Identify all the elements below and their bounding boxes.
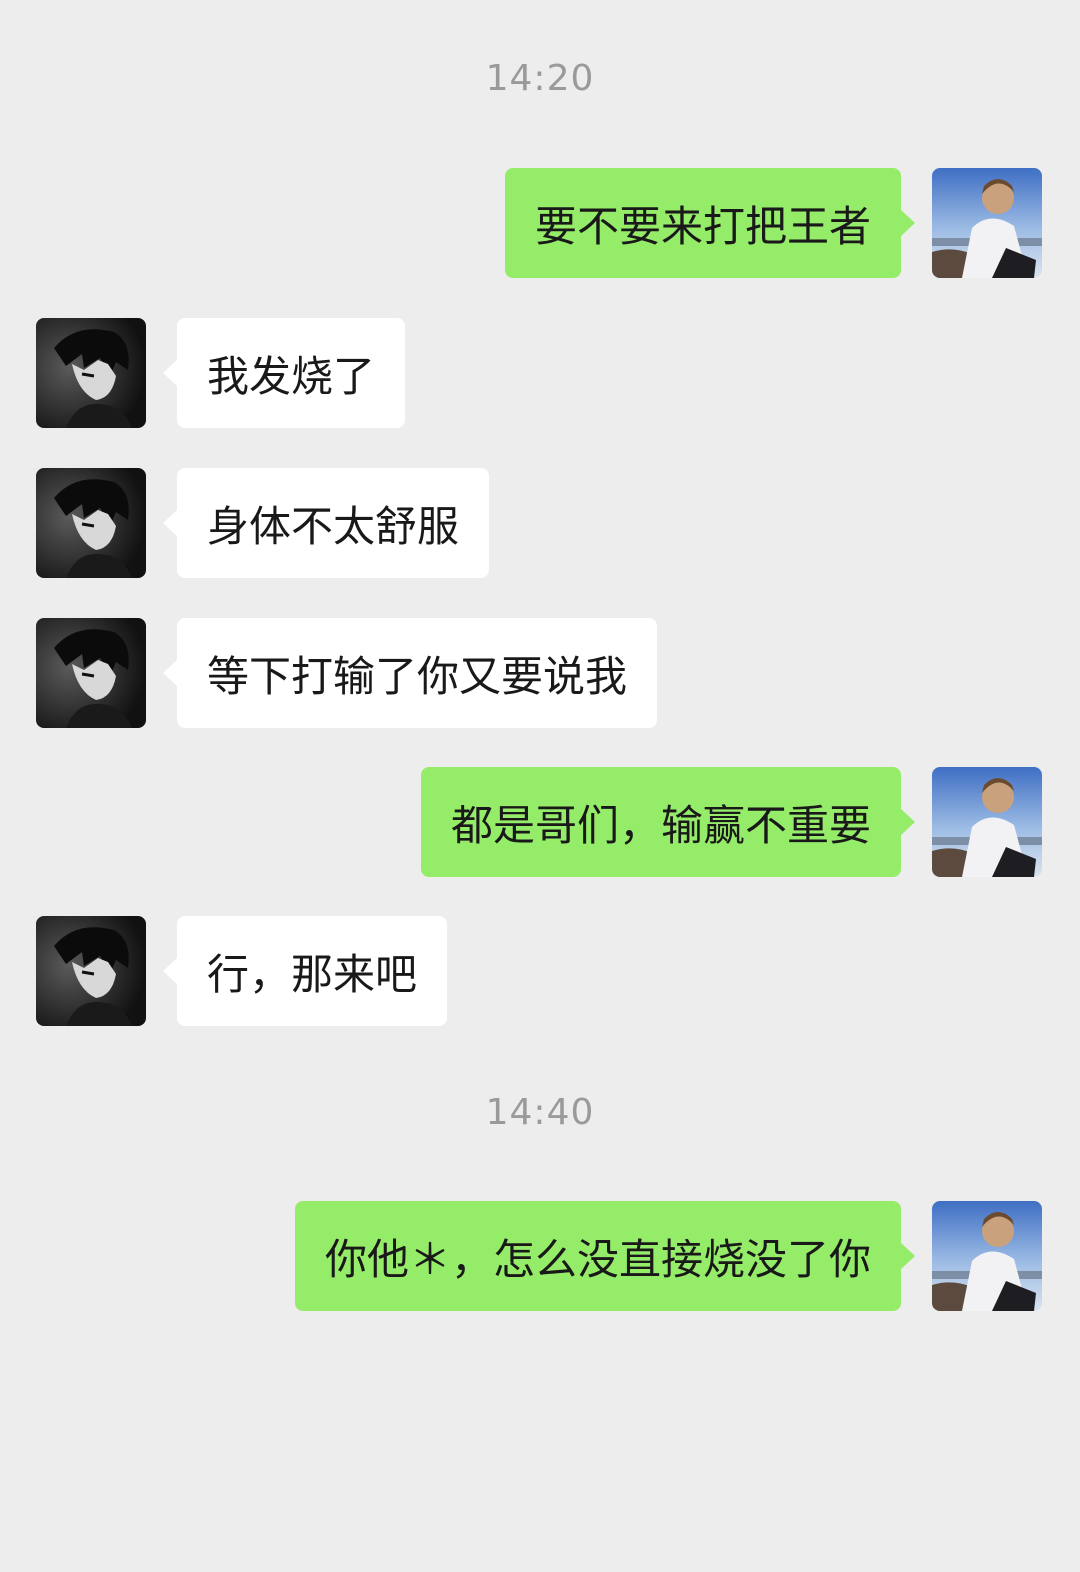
chat-message-row: 身体不太舒服 — [0, 468, 1080, 580]
friend-avatar-anime-icon — [36, 318, 146, 428]
incoming-message-bubble[interactable]: 等下打输了你又要说我 — [162, 618, 658, 728]
friend-avatar[interactable] — [36, 618, 146, 728]
friend-avatar[interactable] — [36, 916, 146, 1026]
chat-message-row: 等下打输了你又要说我 — [0, 618, 1080, 730]
outgoing-message-bubble[interactable]: 都是哥们，输赢不重要 — [420, 767, 916, 877]
self-avatar[interactable] — [932, 767, 1042, 877]
self-avatar-photo-icon — [932, 767, 1042, 877]
chat-message-row: 行，那来吧 — [0, 916, 1080, 1028]
outgoing-message-bubble[interactable]: 你他＊，怎么没直接烧没了你 — [294, 1201, 916, 1311]
friend-avatar-anime-icon — [36, 916, 146, 1026]
incoming-message-bubble[interactable]: 我发烧了 — [162, 318, 406, 428]
self-avatar[interactable] — [932, 1201, 1042, 1311]
outgoing-message-bubble[interactable]: 要不要来打把王者 — [504, 168, 916, 278]
chat-message-row: 要不要来打把王者 — [0, 168, 1080, 280]
friend-avatar[interactable] — [36, 318, 146, 428]
chat-message-row: 都是哥们，输赢不重要 — [0, 767, 1080, 879]
self-avatar[interactable] — [932, 168, 1042, 278]
self-avatar-photo-icon — [932, 1201, 1042, 1311]
friend-avatar-anime-icon — [36, 618, 146, 728]
chat-message-row: 我发烧了 — [0, 318, 1080, 430]
timestamp-1440: 14:40 — [485, 1092, 595, 1133]
incoming-message-bubble[interactable]: 行，那来吧 — [162, 916, 448, 1026]
timestamp-1420: 14:20 — [485, 58, 595, 99]
friend-avatar[interactable] — [36, 468, 146, 578]
self-avatar-photo-icon — [932, 168, 1042, 278]
chat-message-row: 你他＊，怎么没直接烧没了你 — [0, 1201, 1080, 1313]
incoming-message-bubble[interactable]: 身体不太舒服 — [162, 468, 490, 578]
friend-avatar-anime-icon — [36, 468, 146, 578]
